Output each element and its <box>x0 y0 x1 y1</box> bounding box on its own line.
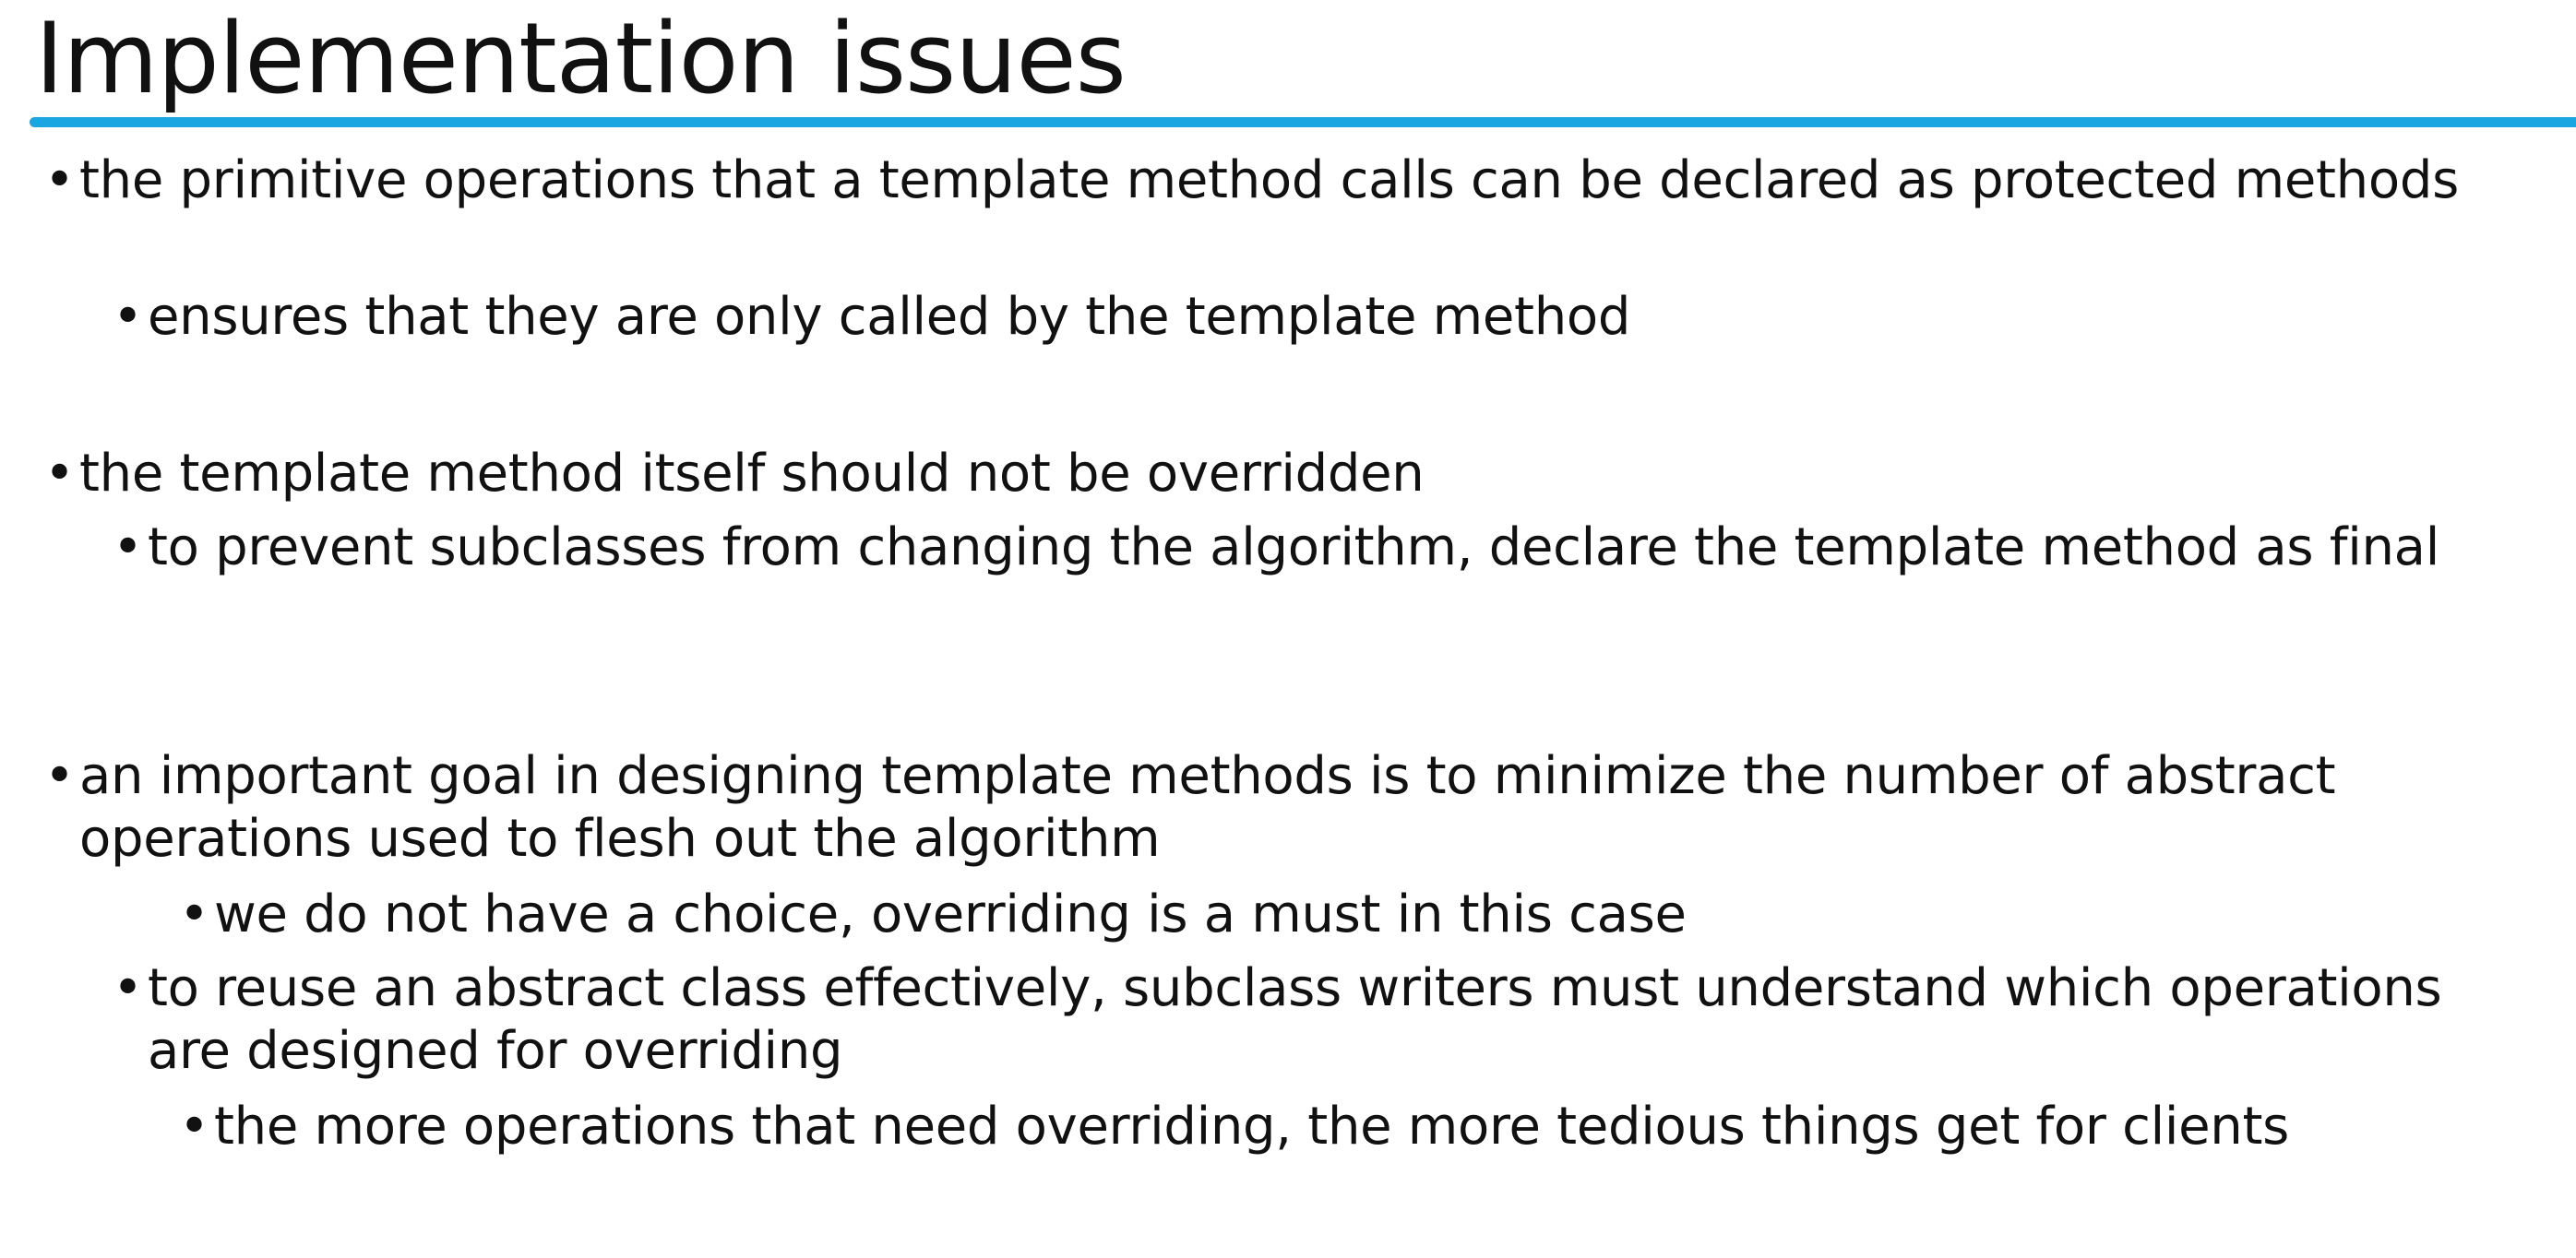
bullet-item: • the template method itself should not … <box>44 443 2561 505</box>
bullet-icon: • <box>179 884 209 944</box>
bullet-text: we do not have a choice, overriding is a… <box>214 884 1687 944</box>
bullet-icon: • <box>44 150 75 210</box>
bullet-item: • to reuse an abstract class effectively… <box>113 957 2473 1083</box>
bullet-item: • the primitive operations that a templa… <box>44 149 2561 212</box>
bullet-item: • we do not have a choice, overriding is… <box>179 884 2558 946</box>
title-underline <box>30 117 2576 127</box>
bullet-text: an important goal in designing template … <box>79 746 2336 869</box>
bullet-icon: • <box>113 287 143 347</box>
bullet-item: • the more operations that need overridi… <box>179 1096 2558 1158</box>
bullet-icon: • <box>44 444 75 504</box>
bullet-item: • an important goal in designing templat… <box>44 745 2561 871</box>
bullet-icon: • <box>113 517 143 577</box>
bullet-text: the more operations that need overriding… <box>214 1097 2289 1157</box>
slide-title: Implementation issues <box>35 2 1127 115</box>
bullet-icon: • <box>113 958 143 1018</box>
bullet-text: to prevent subclasses from changing the … <box>148 517 2439 577</box>
slide: Implementation issues • the primitive op… <box>0 0 2576 1258</box>
bullet-text: the primitive operations that a template… <box>79 150 2459 210</box>
bullet-text: to reuse an abstract class effectively, … <box>148 958 2442 1081</box>
bullet-item: • ensures that they are only called by t… <box>113 286 2473 349</box>
bullet-icon: • <box>44 746 75 806</box>
bullet-text: ensures that they are only called by the… <box>148 287 1631 347</box>
bullet-text: the template method itself should not be… <box>79 444 1425 504</box>
bullet-item: • to prevent subclasses from changing th… <box>113 516 2473 579</box>
bullet-icon: • <box>179 1097 209 1157</box>
